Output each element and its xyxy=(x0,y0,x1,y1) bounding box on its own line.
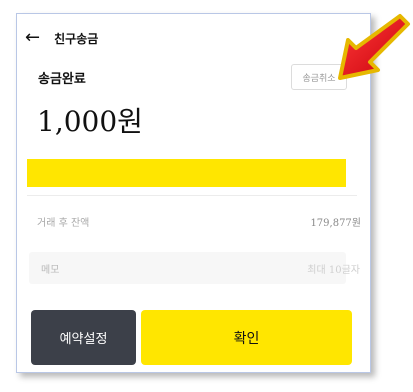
header: ← 친구송금 xyxy=(25,26,98,50)
annotation-arrow-icon xyxy=(338,14,410,80)
memo-label: 메모 xyxy=(41,264,60,276)
memo-field[interactable]: 메모 최대 10글자 xyxy=(29,252,360,284)
confirm-button[interactable]: 확인 xyxy=(141,310,352,365)
balance-label: 거래 후 잔액 xyxy=(37,218,90,229)
divider xyxy=(27,195,357,196)
balance-value: 179,877원 xyxy=(310,218,361,229)
back-arrow-icon[interactable]: ← xyxy=(25,29,40,47)
balance-row: 거래 후 잔액 179,877원 xyxy=(37,214,361,229)
memo-placeholder: 최대 10글자 xyxy=(307,264,360,276)
page-title: 친구송금 xyxy=(54,31,99,46)
yellow-banner xyxy=(27,159,346,187)
reserve-settings-button[interactable]: 예약설정 xyxy=(31,310,136,365)
transfer-complete-screen: ← 친구송금 송금완료 송금취소 1,000원 거래 후 잔액 179,877원… xyxy=(16,13,371,373)
status-label: 송금완료 xyxy=(38,72,86,87)
transfer-amount: 1,000원 xyxy=(37,105,143,138)
